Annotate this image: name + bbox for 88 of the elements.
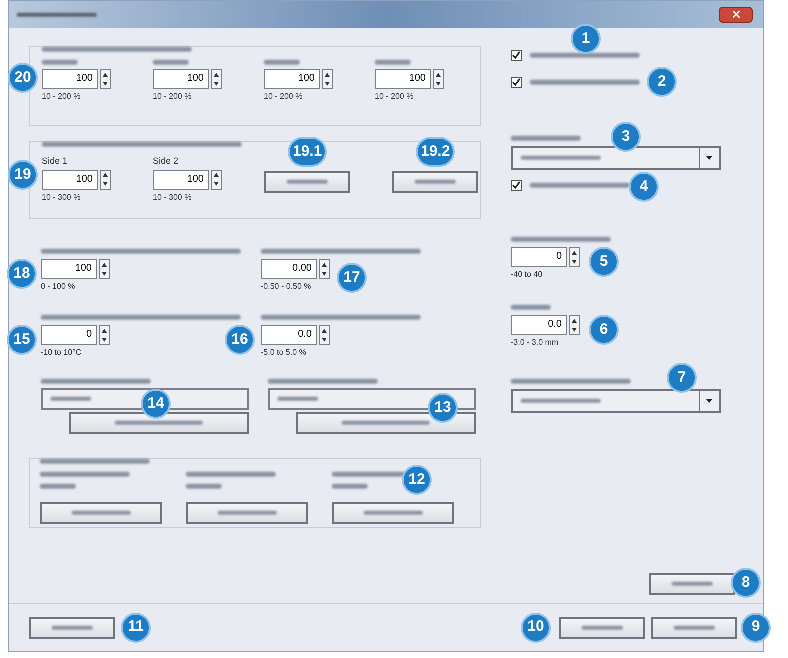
spin-arrows-icon[interactable] <box>99 325 110 345</box>
spin-arrows-icon[interactable] <box>319 259 330 279</box>
blurred-label <box>42 60 78 65</box>
number-field[interactable]: 100 <box>41 259 97 279</box>
path-field[interactable] <box>41 388 249 410</box>
spin-arrows-icon[interactable] <box>99 259 110 279</box>
dropdown-arrow-icon <box>706 156 713 160</box>
number-field[interactable]: 100 <box>264 69 320 89</box>
dropdown[interactable] <box>511 389 721 413</box>
blurred-button[interactable] <box>40 502 162 524</box>
number-field[interactable]: 0.0 <box>511 315 567 335</box>
spin-arrows-icon[interactable] <box>211 170 222 190</box>
range-hint: 10 - 300 % <box>42 192 82 204</box>
blurred-button[interactable] <box>69 412 249 434</box>
spin-arrows-icon[interactable] <box>322 69 333 89</box>
blurred-button[interactable] <box>392 171 478 193</box>
range-hint: -40 to 40 <box>511 269 544 281</box>
blurred-button[interactable] <box>559 616 645 638</box>
spin-arrows-icon[interactable] <box>319 325 330 345</box>
close-button[interactable] <box>719 6 753 22</box>
number-field[interactable]: 100 <box>42 69 98 89</box>
blurred-button[interactable] <box>264 171 350 193</box>
callout-number: 19.2 <box>416 137 456 167</box>
checkbox[interactable] <box>511 77 522 88</box>
range-hint: -0.50 - 0.50 % <box>261 281 312 293</box>
spin-arrows-icon[interactable] <box>100 69 111 89</box>
callout-number: 17 <box>337 263 367 293</box>
dropdown-arrow-icon <box>706 399 713 403</box>
number-field[interactable]: 0 <box>511 247 567 267</box>
range-hint: 0 - 100 % <box>41 281 76 293</box>
number-field[interactable]: 100 <box>375 69 431 89</box>
callout-number: 5 <box>589 247 619 277</box>
blurred-button[interactable] <box>296 412 476 434</box>
blurred-label <box>511 305 551 310</box>
field-label: Side 1 <box>42 155 69 168</box>
callout-number: 20 <box>8 63 38 93</box>
checkbox[interactable] <box>511 180 522 191</box>
callout-number: 1 <box>571 24 601 54</box>
blurred-label <box>153 60 189 65</box>
blurred-label <box>511 136 581 141</box>
callout-number: 18 <box>7 259 37 289</box>
field-label: Side 2 <box>153 155 180 168</box>
checkbox[interactable] <box>511 50 522 61</box>
blurred-button[interactable] <box>649 573 735 595</box>
callout-number: 4 <box>629 172 659 202</box>
number-field[interactable]: 100 <box>153 69 209 89</box>
blurred-label <box>186 484 222 489</box>
spin-arrows-icon[interactable] <box>433 69 444 89</box>
callout-number: 9 <box>741 612 771 642</box>
blurred-button[interactable] <box>186 502 308 524</box>
range-hint: -10 to 10°C <box>41 347 83 359</box>
blurred-label <box>264 60 300 65</box>
spin-arrows-icon[interactable] <box>211 69 222 89</box>
number-field[interactable]: 0.0 <box>261 325 317 345</box>
callout-number: 8 <box>731 568 761 598</box>
callout-number: 12 <box>402 465 432 495</box>
number-field[interactable]: 0.00 <box>261 259 317 279</box>
callout-number: 11 <box>121 612 151 642</box>
number-field[interactable]: 100 <box>153 170 209 190</box>
blurred-label <box>375 60 411 65</box>
callout-number: 16 <box>225 325 255 355</box>
blurred-button[interactable] <box>332 502 454 524</box>
spin-arrows-icon[interactable] <box>100 170 111 190</box>
blurred-label <box>40 484 76 489</box>
callout-number: 19 <box>8 160 38 190</box>
callout-number: 6 <box>589 315 619 345</box>
number-field[interactable]: 100 <box>42 170 98 190</box>
range-hint: 10 - 200 % <box>42 91 82 103</box>
range-hint: -5.0 to 5.0 % <box>261 347 308 359</box>
range-hint: -3.0 - 3.0 mm <box>511 337 560 349</box>
blurred-label <box>332 484 368 489</box>
blurred-button[interactable] <box>29 616 115 638</box>
number-field[interactable]: 0 <box>41 325 97 345</box>
callout-number: 7 <box>667 363 697 393</box>
spin-arrows-icon[interactable] <box>569 247 580 267</box>
range-hint: 10 - 200 % <box>264 91 304 103</box>
range-hint: 10 - 300 % <box>153 192 193 204</box>
callout-number: 10 <box>521 612 551 642</box>
callout-number: 19.1 <box>288 137 328 167</box>
callout-number: 3 <box>611 122 641 152</box>
range-hint: 10 - 200 % <box>153 91 193 103</box>
range-hint: 10 - 200 % <box>375 91 415 103</box>
callout-number: 15 <box>7 325 37 355</box>
spin-arrows-icon[interactable] <box>569 315 580 335</box>
blurred-button[interactable] <box>651 616 737 638</box>
close-icon <box>732 11 740 18</box>
dropdown[interactable] <box>511 146 721 170</box>
callout-number: 2 <box>647 67 677 97</box>
